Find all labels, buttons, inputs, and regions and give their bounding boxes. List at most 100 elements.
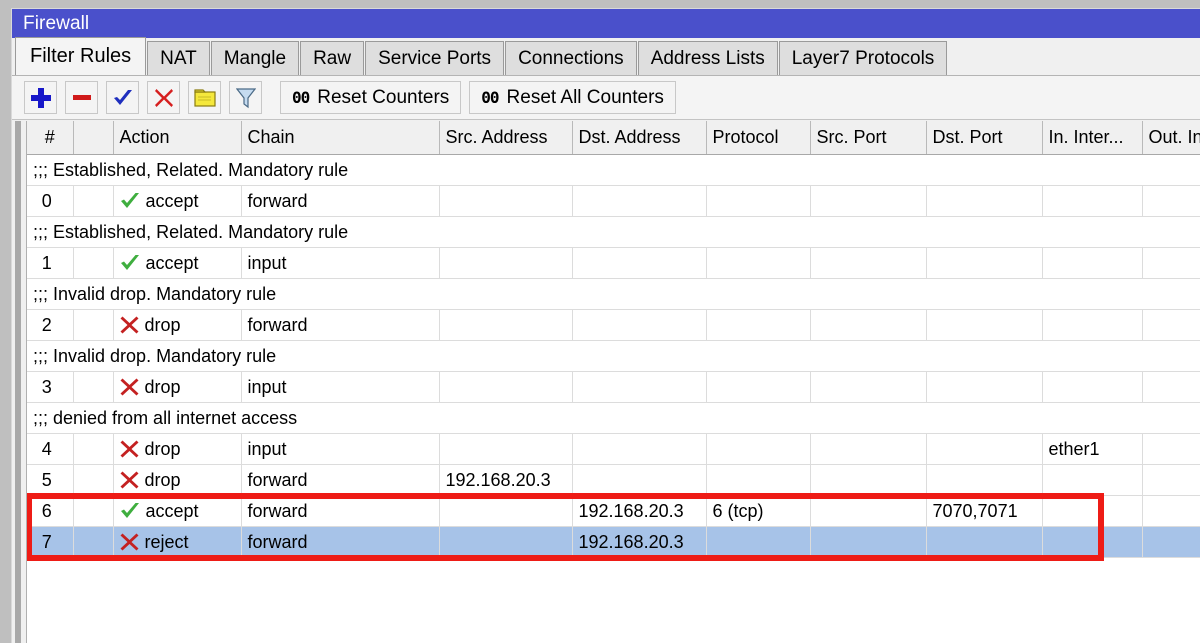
column-header-chain[interactable]: Chain bbox=[241, 121, 440, 155]
cell-flags bbox=[73, 371, 114, 403]
cell-dst-address bbox=[572, 464, 707, 496]
minus-icon bbox=[72, 88, 92, 108]
cell-dst-port bbox=[926, 433, 1043, 465]
action-label: accept bbox=[145, 190, 199, 211]
tab-raw[interactable]: Raw bbox=[300, 41, 365, 75]
column-header-src_address[interactable]: Src. Address bbox=[439, 121, 573, 155]
table-row[interactable]: 7 reject forward 192.168.20.3 bbox=[27, 526, 1200, 558]
table-row[interactable]: 4 drop input ether1 bbox=[27, 433, 1200, 465]
cell-dst-address bbox=[572, 185, 707, 217]
cell-protocol bbox=[706, 464, 811, 496]
column-header-out_interface[interactable]: Out. In bbox=[1142, 121, 1200, 155]
tab-label: Connections bbox=[518, 47, 624, 69]
comment-button[interactable] bbox=[188, 81, 221, 114]
action-cell-content: drop bbox=[120, 377, 241, 398]
column-header-dst_port[interactable]: Dst. Port bbox=[926, 121, 1043, 155]
red-x-icon bbox=[120, 440, 138, 458]
tab-mangle[interactable]: Mangle bbox=[210, 41, 300, 75]
cell-src-address bbox=[439, 247, 573, 279]
tab-service-ports[interactable]: Service Ports bbox=[365, 41, 505, 75]
cell-src-address bbox=[439, 433, 573, 465]
table-row[interactable]: 1 accept input bbox=[27, 247, 1200, 279]
cell-row-number: 6 bbox=[27, 495, 74, 527]
cell-dst-address bbox=[572, 247, 707, 279]
comment-row[interactable]: ;;; Invalid drop. Mandatory rule bbox=[27, 340, 1200, 372]
tab-address-lists[interactable]: Address Lists bbox=[637, 41, 778, 75]
comment-row[interactable]: ;;; denied from all internet access bbox=[27, 402, 1200, 434]
reset-all-counters-button[interactable]: 00 Reset All Counters bbox=[469, 81, 676, 114]
tab-nat[interactable]: NAT bbox=[147, 41, 210, 75]
cell-flags bbox=[73, 495, 114, 527]
red-x-icon bbox=[120, 378, 138, 396]
cell-flags bbox=[73, 309, 114, 341]
column-header-flags[interactable] bbox=[73, 121, 114, 155]
filter-button[interactable] bbox=[229, 81, 262, 114]
check-icon bbox=[113, 89, 132, 105]
enable-rule-button[interactable] bbox=[106, 81, 139, 114]
tab-filter-rules[interactable]: Filter Rules bbox=[15, 37, 147, 75]
comment-text: ;;; Invalid drop. Mandatory rule bbox=[27, 340, 1200, 372]
table-row[interactable]: 0 accept forward bbox=[27, 185, 1200, 217]
column-header-src_port[interactable]: Src. Port bbox=[810, 121, 927, 155]
tab-label: Filter Rules bbox=[30, 45, 132, 67]
reset-counters-button[interactable]: 00 Reset Counters bbox=[280, 81, 462, 114]
cell-action: drop bbox=[113, 371, 242, 403]
comment-note-icon bbox=[193, 88, 216, 107]
table-row[interactable]: 2 drop forward bbox=[27, 309, 1200, 341]
action-cell-content: accept bbox=[120, 191, 241, 212]
cell-in-interface bbox=[1042, 247, 1143, 279]
comment-row[interactable]: ;;; Invalid drop. Mandatory rule bbox=[27, 278, 1200, 310]
cell-row-number: 1 bbox=[27, 247, 74, 279]
cell-row-number: 4 bbox=[27, 433, 74, 465]
cell-protocol bbox=[706, 371, 811, 403]
cell-out-interface bbox=[1142, 464, 1200, 496]
red-x-icon bbox=[120, 533, 138, 551]
cell-src-port bbox=[810, 495, 927, 527]
firewall-window: Firewall Filter Rules NAT Mangle Raw Service… bbox=[11, 8, 1200, 643]
table-row[interactable]: 6 accept forward 192.168.20.3 6 (tcp) 7070,70… bbox=[27, 495, 1200, 527]
tab-layer7-protocols[interactable]: Layer7 Protocols bbox=[778, 41, 948, 75]
cell-src-port bbox=[810, 464, 927, 496]
cell-src-port bbox=[810, 309, 927, 341]
column-header-in_interface[interactable]: In. Inter... bbox=[1042, 121, 1143, 155]
cell-protocol bbox=[706, 247, 811, 279]
cross-icon bbox=[154, 88, 173, 107]
action-label: reject bbox=[144, 531, 189, 552]
column-header-dst_address[interactable]: Dst. Address bbox=[572, 121, 707, 155]
cell-out-interface bbox=[1142, 309, 1200, 341]
red-x-icon bbox=[120, 471, 138, 489]
reset-all-counters-label: Reset All Counters bbox=[506, 86, 664, 108]
vertical-scrollbar[interactable] bbox=[12, 121, 27, 643]
column-header-protocol[interactable]: Protocol bbox=[706, 121, 811, 155]
cell-out-interface bbox=[1142, 433, 1200, 465]
cell-row-number: 0 bbox=[27, 185, 74, 217]
tab-label: Mangle bbox=[223, 47, 287, 69]
cell-in-interface bbox=[1042, 371, 1143, 403]
cell-in-interface bbox=[1042, 464, 1143, 496]
cell-src-address: 192.168.20.3 bbox=[439, 464, 573, 496]
plus-icon bbox=[30, 87, 51, 108]
action-cell-content: drop bbox=[120, 439, 241, 460]
cell-src-address bbox=[439, 309, 573, 341]
table-row[interactable]: 5 drop forward 192.168.20.3 bbox=[27, 464, 1200, 496]
cell-out-interface bbox=[1142, 185, 1200, 217]
cell-protocol bbox=[706, 526, 811, 558]
tab-label: Raw bbox=[313, 47, 352, 69]
tab-connections[interactable]: Connections bbox=[505, 41, 637, 75]
cell-dst-port bbox=[926, 309, 1043, 341]
cell-in-interface bbox=[1042, 309, 1143, 341]
disable-rule-button[interactable] bbox=[147, 81, 180, 114]
column-header-num[interactable]: # bbox=[27, 121, 74, 155]
add-rule-button[interactable] bbox=[24, 81, 57, 114]
comment-row[interactable]: ;;; Established, Related. Mandatory rule bbox=[27, 216, 1200, 248]
cell-action: drop bbox=[113, 464, 242, 496]
cell-dst-port bbox=[926, 526, 1043, 558]
column-header-action[interactable]: Action bbox=[113, 121, 242, 155]
comment-row[interactable]: ;;; Established, Related. Mandatory rule bbox=[27, 154, 1200, 186]
cell-dst-port bbox=[926, 247, 1043, 279]
cell-action: accept bbox=[113, 495, 242, 527]
funnel-icon bbox=[235, 87, 256, 108]
remove-rule-button[interactable] bbox=[65, 81, 98, 114]
table-row[interactable]: 3 drop input bbox=[27, 371, 1200, 403]
cell-dst-address: 192.168.20.3 bbox=[572, 495, 707, 527]
